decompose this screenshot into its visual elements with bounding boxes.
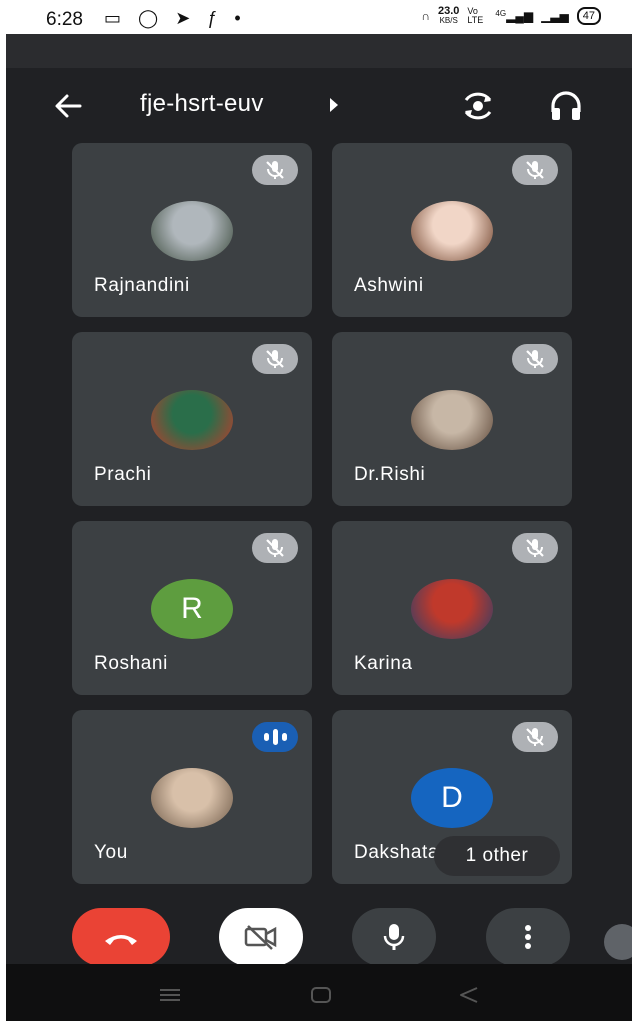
participant-tile[interactable]: Prachi bbox=[72, 332, 312, 506]
mic-muted-icon bbox=[252, 155, 298, 185]
microphone-icon bbox=[383, 924, 405, 950]
participant-name: Ashwini bbox=[354, 275, 424, 296]
back-arrow-icon[interactable] bbox=[50, 88, 86, 124]
call-header: fje-hsrt-euv bbox=[6, 68, 632, 144]
mic-muted-icon bbox=[252, 533, 298, 563]
participant-tile[interactable]: You bbox=[72, 710, 312, 884]
participant-avatar: D bbox=[411, 768, 493, 828]
participant-tile[interactable]: Karina bbox=[332, 521, 572, 695]
participant-name: You bbox=[94, 842, 128, 863]
telegram-icon: ➤ bbox=[175, 8, 197, 28]
participant-avatar bbox=[411, 201, 493, 261]
facebook-icon: ƒ bbox=[207, 8, 224, 28]
participant-avatar bbox=[151, 201, 233, 261]
status-right: ∩ 23.0 KB/S Vo LTE 4G▂▄▆ ▁▃▅ 47 bbox=[421, 6, 601, 26]
mic-muted-icon bbox=[252, 344, 298, 374]
participant-name: Karina bbox=[354, 653, 413, 674]
camera-off-icon bbox=[244, 925, 277, 950]
mic-toggle-button[interactable] bbox=[352, 908, 436, 966]
home-icon[interactable] bbox=[310, 986, 332, 1004]
switch-camera-icon[interactable] bbox=[458, 86, 498, 126]
end-call-button[interactable] bbox=[72, 908, 170, 966]
meet-app: 6:28 ▭ ◯ ➤ ƒ • ∩ 23.0 KB/S Vo LTE 4G▂▄▆ … bbox=[6, 0, 632, 1021]
call-controls bbox=[6, 900, 632, 966]
top-band bbox=[6, 34, 632, 68]
system-nav-bar bbox=[6, 964, 632, 1021]
camera-toggle-button[interactable] bbox=[219, 908, 303, 966]
net-speed-value: 23.0 bbox=[438, 5, 460, 17]
participant-name: Prachi bbox=[94, 464, 152, 485]
caret-right-icon[interactable] bbox=[328, 94, 340, 116]
recents-menu-icon[interactable] bbox=[158, 988, 182, 1002]
participant-avatar: R bbox=[151, 579, 233, 639]
net-speed-unit: KB/S bbox=[439, 16, 458, 25]
network-type: 4G bbox=[495, 9, 507, 18]
signal-4g: 4G▂▄▆ bbox=[495, 9, 534, 23]
participant-tile[interactable]: R Roshani bbox=[72, 521, 312, 695]
audio-output-icon[interactable] bbox=[546, 86, 586, 126]
video-notification-icon: ▭ bbox=[104, 8, 128, 28]
participant-name: Roshani bbox=[94, 653, 168, 674]
status-time: 6:28 bbox=[46, 9, 83, 30]
others-count-pill[interactable]: 1 other bbox=[434, 836, 560, 876]
speaking-indicator-icon bbox=[252, 722, 298, 752]
participant-name: Dakshata bbox=[354, 842, 440, 863]
net-speed: 23.0 KB/S bbox=[438, 6, 459, 26]
dot-icon: • bbox=[234, 8, 247, 28]
mic-muted-icon bbox=[512, 344, 558, 374]
participant-tile[interactable]: Ashwini bbox=[332, 143, 572, 317]
whatsapp-icon: ◯ bbox=[138, 8, 165, 28]
signal-icon: ▁▃▅ bbox=[541, 9, 569, 23]
participant-name: Rajnandini bbox=[94, 275, 190, 296]
mic-muted-icon bbox=[512, 155, 558, 185]
mic-muted-icon bbox=[512, 533, 558, 563]
scroll-hint-icon bbox=[604, 924, 632, 960]
participant-avatar bbox=[411, 579, 493, 639]
status-bar: 6:28 ▭ ◯ ➤ ƒ • ∩ 23.0 KB/S Vo LTE 4G▂▄▆ … bbox=[6, 0, 632, 34]
participant-avatar bbox=[151, 768, 233, 828]
participant-avatar bbox=[151, 390, 233, 450]
back-triangle-icon[interactable] bbox=[458, 986, 480, 1004]
hang-up-icon bbox=[105, 935, 137, 945]
meeting-code[interactable]: fje-hsrt-euv bbox=[140, 90, 264, 118]
participant-name: Dr.Rishi bbox=[354, 464, 426, 485]
more-vert-icon bbox=[525, 925, 531, 949]
notification-icons: ▭ ◯ ➤ ƒ • bbox=[104, 8, 247, 29]
headset-status-icon: ∩ bbox=[421, 9, 430, 23]
more-options-button[interactable] bbox=[486, 908, 570, 966]
volte-label: Vo LTE bbox=[467, 6, 484, 25]
battery-icon: 47 bbox=[576, 7, 601, 25]
participant-tile[interactable]: Dr.Rishi bbox=[332, 332, 572, 506]
mic-muted-icon bbox=[512, 722, 558, 752]
participant-avatar bbox=[411, 390, 493, 450]
participant-tile[interactable]: Rajnandini bbox=[72, 143, 312, 317]
